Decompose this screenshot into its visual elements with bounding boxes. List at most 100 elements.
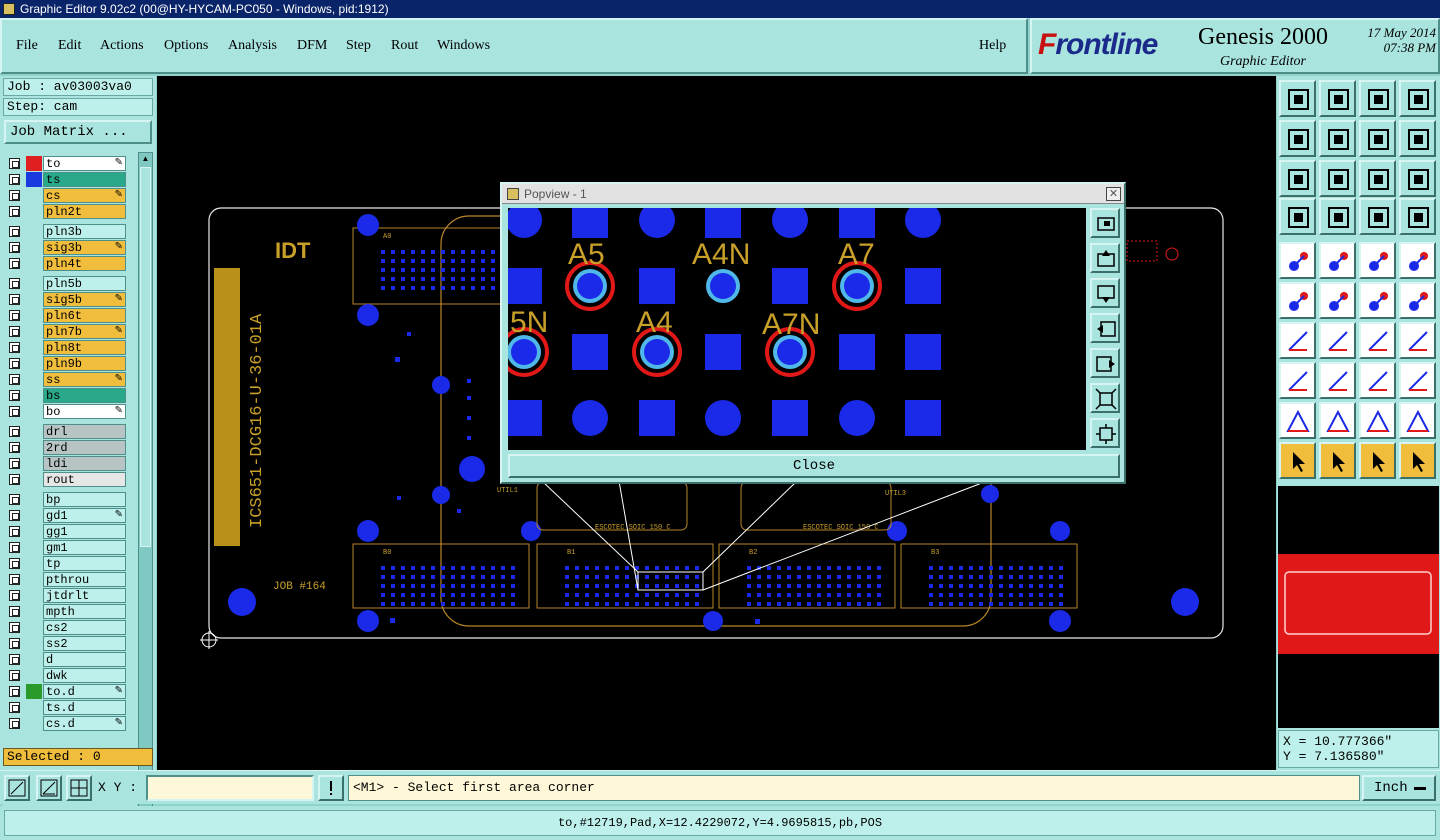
layer-name[interactable]: tp	[43, 556, 126, 571]
layer-row[interactable]: sig5b ✎	[6, 292, 126, 307]
triangle-line-icon[interactable]	[1319, 402, 1356, 439]
layer-name[interactable]: pln9b	[43, 356, 126, 371]
xy-input[interactable]	[146, 775, 314, 801]
layer-name[interactable]: sig3b	[43, 240, 126, 255]
layer-checkbox[interactable]	[9, 258, 20, 269]
triangle-arc-icon[interactable]	[1359, 402, 1396, 439]
popview-canvas[interactable]: A5 A4N A7 5N A4 A7N	[508, 208, 1086, 450]
net-icon[interactable]	[1279, 282, 1316, 319]
open-job-icon[interactable]	[1279, 80, 1316, 117]
layer-left-icon[interactable]	[1279, 120, 1316, 157]
layer-row[interactable]: d	[6, 652, 126, 667]
layer-name[interactable]: gd1	[43, 508, 126, 523]
home-icon[interactable]	[1359, 80, 1396, 117]
grid-icon[interactable]	[1319, 198, 1356, 235]
layer-row[interactable]: jtdrlt	[6, 588, 126, 603]
layer-row[interactable]: pln4t	[6, 256, 126, 271]
zoom-out-button[interactable]	[1090, 383, 1120, 413]
layer-name[interactable]: to.d	[43, 684, 126, 699]
layer-name[interactable]: bp	[43, 492, 126, 507]
layer-row[interactable]: dwk	[6, 668, 126, 683]
layer-name[interactable]: bs	[43, 388, 126, 403]
layer-row[interactable]: drl	[6, 424, 126, 439]
popview-close-button[interactable]: Close	[508, 454, 1120, 478]
window-split-icon[interactable]	[1399, 80, 1436, 117]
layer-checkbox[interactable]	[9, 510, 20, 521]
layer-checkbox[interactable]	[9, 426, 20, 437]
layer-name[interactable]: pln4t	[43, 256, 126, 271]
add-pad-icon[interactable]	[1279, 242, 1316, 279]
layer-checkbox[interactable]	[9, 158, 20, 169]
zoom-in-button[interactable]	[1090, 418, 1120, 448]
layer-row[interactable]: pln2t	[6, 204, 126, 219]
menu-options[interactable]: Options	[164, 38, 208, 54]
layer-color-swatch[interactable]	[26, 156, 42, 171]
zoom-fit-icon[interactable]	[1279, 160, 1316, 197]
zoom-center-icon[interactable]	[1319, 160, 1356, 197]
layer-row[interactable]: ss ✎	[6, 372, 126, 387]
layer-checkbox[interactable]	[9, 718, 20, 729]
layer-name[interactable]: ts	[43, 172, 126, 187]
unit-select[interactable]: Inch	[1362, 775, 1436, 801]
undo-icon[interactable]	[1359, 120, 1396, 157]
layer-checkbox[interactable]	[9, 702, 20, 713]
layer-checkbox[interactable]	[9, 670, 20, 681]
layer-row[interactable]: pln5b	[6, 276, 126, 291]
layer-row[interactable]: cs ✎	[6, 188, 126, 203]
copy-icon[interactable]	[1399, 362, 1436, 399]
select-cross-icon[interactable]	[1359, 442, 1396, 479]
layer-row[interactable]: rout	[6, 472, 126, 487]
scale-1to2-icon[interactable]	[1359, 160, 1396, 197]
layer-row[interactable]: to ✎	[6, 156, 126, 171]
layer-color-swatch[interactable]	[26, 684, 42, 699]
layer-checkbox[interactable]	[9, 458, 20, 469]
layer-name[interactable]: mpth	[43, 604, 126, 619]
measure-icon[interactable]	[1279, 198, 1316, 235]
pan-right-button[interactable]	[1090, 348, 1120, 378]
layer-row[interactable]: ts.d	[6, 700, 126, 715]
layer-row[interactable]: cs.d ✎	[6, 716, 126, 731]
menu-edit[interactable]: Edit	[58, 38, 81, 54]
snap-diagonal-icon[interactable]	[4, 775, 30, 801]
close-icon[interactable]: ✕	[1106, 187, 1121, 201]
layer-checkbox[interactable]	[9, 590, 20, 601]
triangle-fill-icon[interactable]	[1399, 402, 1436, 439]
layer-name[interactable]: jtdrlt	[43, 588, 126, 603]
layer-name[interactable]: gm1	[43, 540, 126, 555]
layer-row[interactable]: ts	[6, 172, 126, 187]
layer-name[interactable]: pthrou	[43, 572, 126, 587]
cross-icon[interactable]	[1319, 282, 1356, 319]
layer-checkbox[interactable]	[9, 558, 20, 569]
diagonal-icon[interactable]	[1319, 322, 1356, 359]
layer-checkbox[interactable]	[9, 390, 20, 401]
layer-checkbox[interactable]	[9, 542, 20, 553]
layer-scrollbar[interactable]: ▲ ▼	[138, 152, 153, 818]
layer-name[interactable]: ts.d	[43, 700, 126, 715]
layer-row[interactable]: pthrou	[6, 572, 126, 587]
pan-left-button[interactable]	[1090, 313, 1120, 343]
zoom-fit-button[interactable]	[1090, 208, 1120, 238]
layer-checkbox[interactable]	[9, 226, 20, 237]
triangle-icon[interactable]	[1279, 402, 1316, 439]
pan-up-button[interactable]	[1090, 243, 1120, 273]
layer-name[interactable]: pln6t	[43, 308, 126, 323]
layer-row[interactable]: gm1	[6, 540, 126, 555]
layer-checkbox[interactable]	[9, 294, 20, 305]
save-icon[interactable]	[1319, 80, 1356, 117]
scroll-up-icon[interactable]: ▲	[140, 153, 151, 164]
menu-help[interactable]: Help	[979, 38, 1006, 54]
arc-icon[interactable]	[1359, 322, 1396, 359]
layer-checkbox[interactable]	[9, 606, 20, 617]
layer-name[interactable]: d	[43, 652, 126, 667]
layer-name[interactable]: cs2	[43, 620, 126, 635]
layer-checkbox[interactable]	[9, 190, 20, 201]
layer-checkbox[interactable]	[9, 206, 20, 217]
layer-name[interactable]: pln3b	[43, 224, 126, 239]
menu-analysis[interactable]: Analysis	[228, 38, 277, 54]
layer-row[interactable]: gg1	[6, 524, 126, 539]
layer-row[interactable]: pln7b ✎	[6, 324, 126, 339]
layer-row[interactable]: pln9b	[6, 356, 126, 371]
layer-checkbox[interactable]	[9, 342, 20, 353]
ruler-icon[interactable]	[1359, 242, 1396, 279]
layer-red-icon[interactable]	[1359, 198, 1396, 235]
